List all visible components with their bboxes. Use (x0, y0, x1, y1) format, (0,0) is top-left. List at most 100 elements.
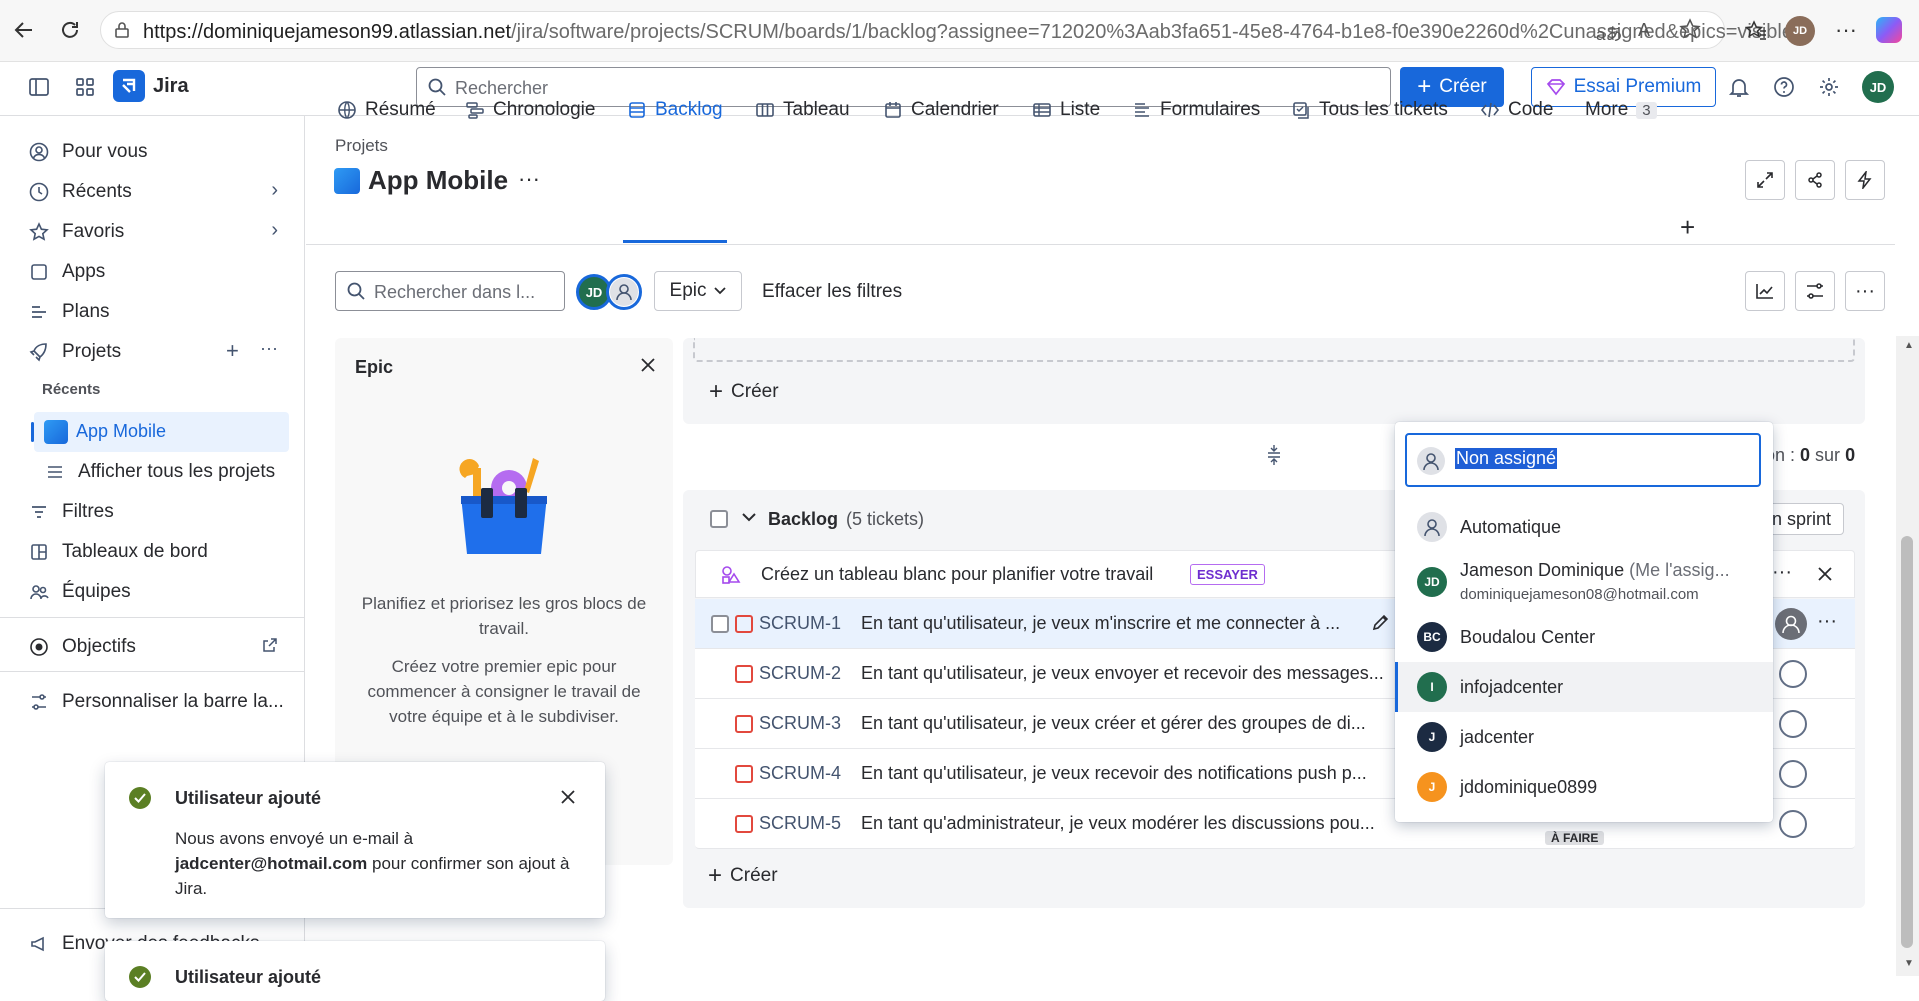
assignee-search-input[interactable]: Non assigné (1405, 433, 1761, 487)
browser-profile-avatar[interactable]: JD (1785, 16, 1815, 46)
site-info-icon[interactable] (113, 21, 131, 39)
automation-lightning-icon[interactable] (1845, 160, 1885, 200)
tab-summary[interactable]: Résumé (337, 94, 436, 126)
project-actions-icon[interactable]: ··· (518, 166, 540, 192)
address-bar[interactable]: https://dominiquejameson99.atlassian.net… (100, 11, 1793, 49)
sidebar-item-goals[interactable]: Objectifs (28, 631, 136, 663)
sidebar-item-apps[interactable]: Apps (28, 256, 105, 288)
issue-summary[interactable]: En tant qu'utilisateur, je veux créer et… (861, 713, 1401, 734)
refresh-icon[interactable] (54, 14, 86, 46)
issue-summary[interactable]: En tant qu'utilisateur, je veux envoyer … (861, 663, 1401, 684)
resize-handle-icon[interactable] (1264, 443, 1284, 467)
sidebar-item-recents[interactable]: Récents (28, 176, 278, 208)
try-badge[interactable]: ESSAYER (1190, 564, 1265, 585)
clear-filters-button[interactable]: Effacer les filtres (762, 281, 902, 303)
issue-summary[interactable]: En tant qu'utilisateur, je veux recevoir… (861, 763, 1401, 784)
sidebar-toggle-icon[interactable] (28, 76, 50, 98)
fullscreen-icon[interactable] (1745, 160, 1785, 200)
close-icon[interactable] (1816, 565, 1834, 583)
backlog-search-input[interactable]: Rechercher dans l... (335, 271, 565, 311)
epic-filter-dropdown[interactable]: Epic (654, 271, 742, 311)
tab-list[interactable]: Liste (1032, 94, 1100, 126)
sidebar-item-customize[interactable]: Personnaliser la barre la... (28, 686, 284, 718)
issue-key[interactable]: SCRUM-3 (759, 713, 841, 734)
backlog-create-button[interactable]: + Créer (708, 862, 778, 890)
issue-key[interactable]: SCRUM-4 (759, 763, 841, 784)
issue-summary[interactable]: En tant qu'utilisateur, je veux m'inscri… (861, 613, 1401, 634)
banner-more-icon[interactable]: ··· (1772, 561, 1792, 584)
assignee-option[interactable]: BC Boudalou Center (1395, 612, 1773, 662)
sidebar-item-teams[interactable]: Équipes (28, 576, 131, 608)
assignee-option-me[interactable]: JD Jameson Dominique (Me l'assig... domi… (1395, 552, 1773, 612)
tab-timeline[interactable]: Chronologie (465, 94, 595, 126)
assignee-avatar[interactable] (1779, 760, 1807, 788)
scrollbar-thumb[interactable] (1901, 536, 1913, 948)
external-link-icon[interactable] (262, 637, 278, 653)
breadcrumb[interactable]: Projets (335, 136, 388, 156)
sidebar-item-projects[interactable]: Projets (28, 336, 121, 368)
issue-key[interactable]: SCRUM-2 (759, 663, 841, 684)
back-icon[interactable] (8, 14, 40, 46)
row-more-icon[interactable]: ··· (1817, 610, 1837, 633)
sidebar-item-dashboards[interactable]: Tableaux de bord (28, 536, 208, 568)
assignee-option[interactable]: J jddominique0899 (1395, 762, 1773, 812)
status-badge[interactable]: À FAIRE (1545, 831, 1605, 845)
sidebar-item-for-you[interactable]: Pour vous (28, 136, 148, 168)
sidebar-item-favorites[interactable]: Favoris (28, 216, 124, 248)
read-aloud-icon[interactable]: aあ (1596, 20, 1622, 45)
unassigned-filter-avatar[interactable] (606, 274, 642, 310)
scroll-down-icon[interactable]: ▼ (1904, 958, 1914, 969)
chevron-right-icon[interactable]: › (271, 179, 278, 202)
share-icon[interactable] (1795, 160, 1835, 200)
issue-summary[interactable]: En tant qu'administrateur, je veux modér… (861, 813, 1401, 834)
sidebar-item-all-projects[interactable]: Afficher tous les projets (44, 456, 275, 488)
assignee-option-automatic[interactable]: Automatique (1395, 502, 1773, 552)
sidebar-item-app-mobile[interactable]: App Mobile (31, 412, 289, 452)
issue-key[interactable]: SCRUM-5 (759, 813, 841, 834)
chevron-down-icon[interactable] (742, 512, 756, 522)
tab-backlog[interactable]: Backlog (627, 94, 723, 126)
tab-board[interactable]: Tableau (755, 94, 850, 126)
assignee-option-highlighted[interactable]: I infojadcenter (1395, 662, 1773, 712)
app-name[interactable]: Jira (153, 75, 189, 98)
view-settings-icon[interactable] (1795, 271, 1835, 311)
issue-key[interactable]: SCRUM-1 (759, 613, 841, 634)
projects-more-icon[interactable]: ··· (260, 338, 278, 359)
notifications-bell-icon[interactable] (1728, 76, 1750, 98)
edit-pencil-icon[interactable] (1371, 612, 1391, 632)
close-icon[interactable] (559, 788, 577, 806)
row-checkbox[interactable] (711, 615, 729, 633)
settings-gear-icon[interactable] (1818, 76, 1840, 98)
app-switcher-icon[interactable] (74, 76, 96, 98)
insights-chart-icon[interactable] (1745, 271, 1785, 311)
tab-calendar[interactable]: Calendrier (883, 94, 999, 126)
assignee-avatar[interactable] (1779, 660, 1807, 688)
sidebar-item-filters[interactable]: Filtres (28, 496, 114, 528)
tab-code[interactable]: Code (1480, 94, 1553, 126)
scrollbar[interactable]: ▲ ▼ (1896, 336, 1919, 976)
assignee-avatar-selected[interactable] (1775, 608, 1807, 640)
close-icon[interactable] (639, 356, 657, 374)
help-icon[interactable] (1773, 76, 1795, 98)
jira-logo-icon[interactable] (113, 70, 145, 102)
chevron-right-icon[interactable]: › (271, 219, 278, 242)
more-actions-icon[interactable]: ··· (1845, 271, 1885, 311)
browser-menu-icon[interactable]: ··· (1830, 14, 1862, 46)
tab-forms[interactable]: Formulaires (1132, 94, 1260, 126)
add-project-icon[interactable]: + (226, 338, 239, 364)
tab-more[interactable]: More 3 (1585, 94, 1657, 126)
sprint-create-button[interactable]: + Créer (709, 378, 779, 406)
scroll-up-icon[interactable]: ▲ (1904, 340, 1914, 351)
sidebar-item-plans[interactable]: Plans (28, 296, 110, 328)
assignee-avatar[interactable] (1779, 810, 1807, 838)
text-size-icon[interactable]: A (1638, 20, 1650, 41)
favorite-star-icon[interactable] (1679, 18, 1701, 40)
add-tab-icon[interactable]: + (1680, 212, 1695, 243)
user-avatar[interactable]: JD (1862, 71, 1894, 103)
assignee-avatar[interactable] (1779, 710, 1807, 738)
copilot-icon[interactable] (1876, 17, 1902, 43)
tab-all-issues[interactable]: Tous les tickets (1291, 94, 1448, 126)
favorites-icon[interactable] (1740, 14, 1772, 46)
backlog-select-all-checkbox[interactable] (710, 510, 728, 528)
assignee-option[interactable]: J jadcenter (1395, 712, 1773, 762)
